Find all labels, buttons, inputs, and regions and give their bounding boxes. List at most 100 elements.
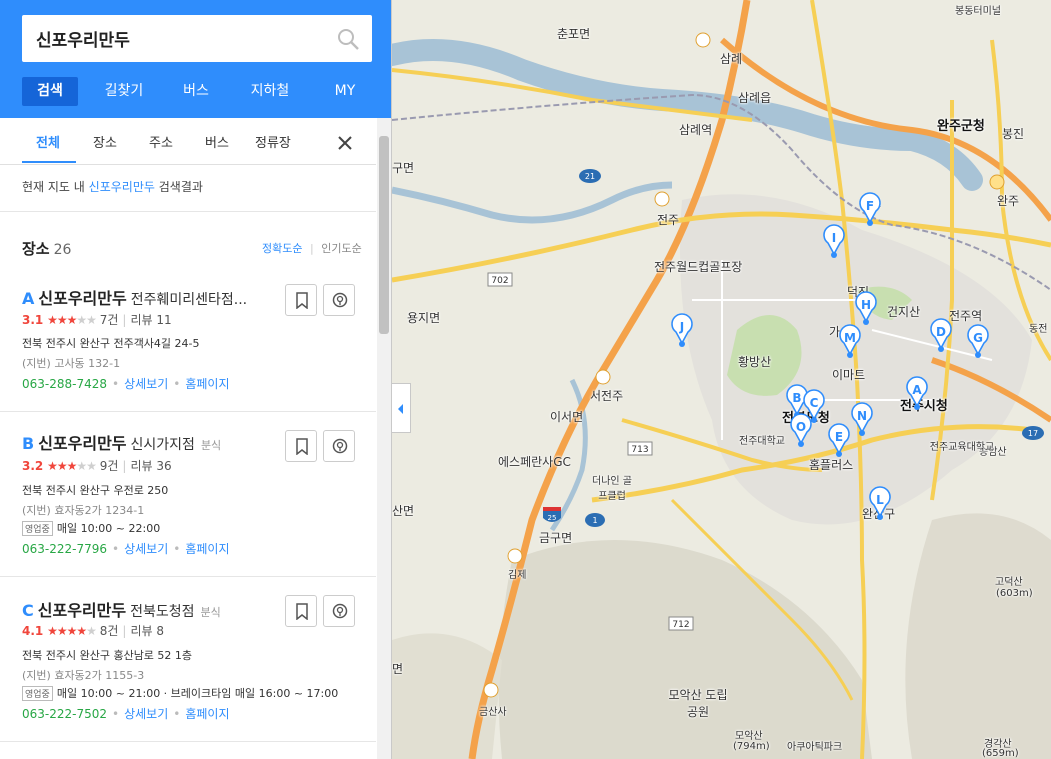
sort-accuracy[interactable]: 정확도순 — [262, 242, 302, 255]
review-count[interactable]: 리뷰 11 — [130, 313, 171, 327]
tab-bus-result[interactable]: 버스 — [205, 132, 229, 151]
item-rating: 3.1 ★★★★★ 7건 | 리뷰 11 — [22, 313, 172, 327]
sort-options: 정확도순 | 인기도순 — [262, 242, 362, 255]
item-category: 분식 — [200, 439, 222, 452]
map-pin-button[interactable] — [323, 284, 355, 316]
bookmark-button[interactable] — [285, 284, 317, 316]
map-marker-m[interactable]: M — [839, 324, 861, 358]
svg-text:J: J — [679, 320, 684, 334]
list-item[interactable]: A 신포우리만두 전주훼미리센타점... 3.1 ★★★★★ 7건 | 리뷰 11 전북… — [0, 268, 376, 412]
homepage-link[interactable]: 홈페이지 — [185, 542, 229, 556]
map-marker-n[interactable]: N — [851, 402, 873, 436]
item-links: 063-222-7502 • 상세보기 • 홈페이지 — [22, 707, 230, 721]
review-count[interactable]: 리뷰 36 — [130, 459, 171, 473]
map-marker-a[interactable]: A — [906, 376, 928, 410]
sort-popularity[interactable]: 인기도순 — [321, 242, 361, 255]
item-name: 신포우리만두 — [38, 434, 127, 453]
search-sidebar: 검색 길찾기 버스 지하철 MY 전체 장소 주소 버스 정류장 현재 지도 내… — [0, 0, 392, 759]
rating-count: 9건 — [99, 459, 119, 473]
map-marker-e[interactable]: E — [828, 423, 850, 457]
map-view[interactable]: 봉동터미널 춘포면 삼례 삼례읍 삼례역 완주군청 봉진 구면 완주 전주 전주… — [392, 0, 1051, 759]
divider — [0, 211, 376, 212]
map-marker-o[interactable]: O — [790, 413, 812, 447]
item-rating: 3.2 ★★★★★ 9건 | 리뷰 36 — [22, 459, 172, 473]
search-box[interactable] — [22, 15, 372, 62]
tab-places[interactable]: 장소 — [93, 132, 117, 151]
tab-my[interactable]: MY — [324, 77, 366, 106]
list-item[interactable]: C 신포우리만두 전북도청점 분식 4.1 ★★★★★ 8건 | 리뷰 8 전북 전주시 … — [0, 577, 376, 742]
collapse-panel-button[interactable] — [392, 383, 411, 433]
bookmark-icon — [296, 438, 308, 455]
item-branch: 전주훼미리센타점... — [130, 292, 248, 308]
item-links: 063-288-7428 • 상세보기 • 홈페이지 — [22, 377, 230, 391]
search-input[interactable] — [36, 15, 326, 62]
list-item[interactable]: B 신포우리만두 신시가지점 분식 3.2 ★★★★★ 9건 | 리뷰 36 전북 전주시… — [0, 412, 376, 577]
map-marker-l[interactable]: L — [869, 486, 891, 520]
homepage-link[interactable]: 홈페이지 — [185, 377, 229, 391]
rating-stars: ★★★★★ — [47, 459, 97, 473]
search-icon[interactable] — [336, 27, 360, 51]
svg-text:N: N — [857, 409, 867, 423]
item-category: 분식 — [200, 606, 221, 619]
hours-text: 매일 10:00 ~ 21:00 · 브레이크타임 매일 16:00 ~ 17:… — [56, 687, 339, 700]
tab-address[interactable]: 주소 — [149, 132, 173, 151]
rating-stars: ★★★★★ — [47, 624, 97, 638]
active-tab-indicator — [22, 161, 76, 163]
map-marker-d[interactable]: D — [930, 318, 952, 352]
detail-link[interactable]: 상세보기 — [124, 377, 168, 391]
svg-text:A: A — [912, 383, 922, 397]
item-name: 신포우리만두 — [37, 601, 127, 620]
tab-directions[interactable]: 길찾기 — [92, 77, 156, 106]
item-title[interactable]: B 신포우리만두 신시가지점 분식 — [22, 430, 221, 454]
map-marker-i[interactable]: I — [823, 224, 845, 258]
map-marker-f[interactable]: F — [859, 192, 881, 226]
item-name: 신포우리만두 — [38, 289, 127, 308]
bookmark-button[interactable] — [285, 430, 317, 462]
item-title[interactable]: A 신포우리만두 전주훼미리센타점... — [22, 285, 247, 309]
rating-count: 8건 — [99, 624, 119, 638]
item-phone[interactable]: 063-288-7428 — [22, 377, 107, 391]
map-pin-button[interactable] — [323, 595, 355, 627]
svg-text:D: D — [936, 325, 946, 339]
item-title[interactable]: C 신포우리만두 전북도청점 분식 — [22, 597, 221, 621]
rating-score: 3.1 — [22, 313, 44, 327]
item-phone[interactable]: 063-222-7796 — [22, 542, 107, 556]
tab-all[interactable]: 전체 — [36, 132, 60, 151]
detail-link[interactable]: 상세보기 — [124, 707, 168, 721]
map-marker-j[interactable]: J — [671, 313, 693, 347]
item-hours: 영업중 매일 10:00 ~ 21:00 · 브레이크타임 매일 16:00 ~ … — [22, 685, 338, 701]
item-letter: A — [22, 289, 35, 308]
item-jibun: (지번) 고사동 132-1 — [22, 357, 121, 370]
rating-stars: ★★★★★ — [47, 313, 97, 327]
scrollbar[interactable] — [377, 118, 391, 759]
item-jibun: (지번) 효자동2가 1234-1 — [22, 504, 145, 517]
map-marker-h[interactable]: H — [855, 291, 877, 325]
search-header: 검색 길찾기 버스 지하철 MY — [0, 0, 391, 118]
bookmark-button[interactable] — [285, 595, 317, 627]
map-pin-button[interactable] — [323, 430, 355, 462]
svg-text:B: B — [792, 391, 801, 405]
detail-link[interactable]: 상세보기 — [124, 542, 168, 556]
summary-prefix: 현재 지도 내 — [22, 180, 85, 194]
item-phone[interactable]: 063-222-7502 — [22, 707, 107, 721]
places-heading: 장소 26 — [22, 238, 71, 259]
svg-text:E: E — [835, 430, 843, 444]
review-count[interactable]: 리뷰 8 — [130, 624, 164, 638]
svg-text:O: O — [796, 420, 806, 434]
map-pin-icon — [332, 292, 348, 308]
tab-stop[interactable]: 정류장 — [255, 132, 291, 151]
item-letter: C — [22, 601, 34, 620]
open-badge: 영업중 — [22, 521, 53, 536]
result-tabs: 전체 장소 주소 버스 정류장 — [0, 118, 376, 165]
scroll-thumb[interactable] — [379, 136, 389, 334]
tab-search[interactable]: 검색 — [22, 77, 78, 106]
tab-subway[interactable]: 지하철 — [240, 77, 300, 106]
homepage-link[interactable]: 홈페이지 — [185, 707, 229, 721]
svg-text:L: L — [876, 493, 884, 507]
close-icon[interactable] — [336, 134, 354, 152]
tab-bus[interactable]: 버스 — [168, 77, 224, 106]
svg-text:H: H — [861, 298, 871, 312]
map-marker-g[interactable]: G — [967, 324, 989, 358]
open-badge: 영업중 — [22, 686, 53, 701]
item-branch: 신시가지점 — [130, 437, 195, 453]
